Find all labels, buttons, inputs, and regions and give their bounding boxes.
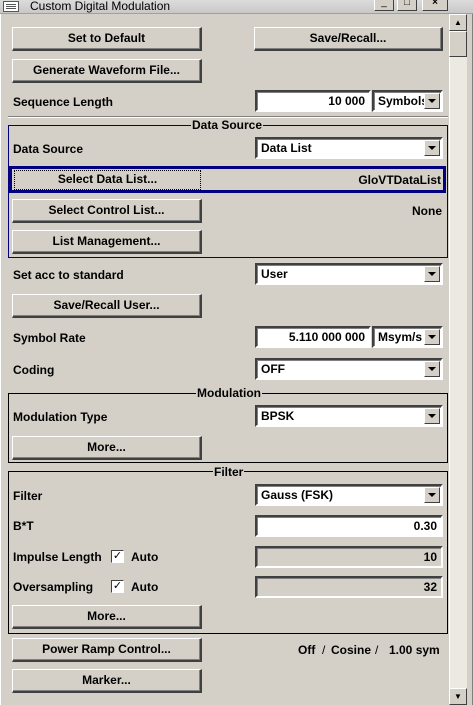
modulation-type-value: BPSK — [261, 409, 295, 423]
filter-select[interactable]: Gauss (FSK) — [255, 484, 443, 506]
window-title: Custom Digital Modulation — [30, 0, 171, 13]
chevron-down-icon[interactable] — [424, 408, 440, 424]
modulation-type-label: Modulation Type — [13, 410, 108, 424]
power-ramp-shape: Cosine — [331, 643, 372, 657]
power-ramp-separator: / — [322, 643, 326, 657]
list-management-button[interactable]: List Management... — [12, 230, 202, 254]
data-source-legend: Data Source — [191, 118, 264, 132]
data-source-label: Data Source — [13, 142, 84, 156]
symbol-rate-label: Symbol Rate — [13, 331, 86, 345]
symbol-rate-unit-select[interactable]: Msym/s — [372, 326, 443, 348]
coding-label: Coding — [13, 363, 55, 377]
modulation-more-button[interactable]: More... — [12, 436, 202, 460]
impulse-length-input[interactable]: 10 — [255, 546, 443, 568]
sequence-length-unit-select[interactable]: Symbols — [372, 90, 443, 112]
oversampling-input[interactable]: 32 — [255, 576, 443, 598]
vertical-scrollbar[interactable] — [449, 14, 467, 705]
impulse-auto-checkbox[interactable]: ✓ — [111, 550, 124, 563]
coding-select[interactable]: OFF — [255, 358, 443, 380]
oversampling-label: Oversampling — [13, 580, 94, 594]
sequence-length-input[interactable]: 10 000 — [255, 90, 371, 112]
sequence-length-label: Sequence Length — [13, 95, 114, 109]
close-button[interactable]: × — [422, 0, 448, 11]
scroll-up-icon[interactable]: ▲ — [449, 14, 467, 31]
save-recall-user-button[interactable]: Save/Recall User... — [12, 294, 202, 318]
filter-label: Filter — [13, 489, 43, 503]
impulse-auto-label: Auto — [131, 550, 159, 564]
power-ramp-control-button[interactable]: Power Ramp Control... — [12, 638, 202, 662]
symbol-rate-unit-value: Msym/s — [378, 330, 423, 344]
scroll-down-icon[interactable]: ▼ — [449, 688, 467, 705]
filter-legend: Filter — [213, 465, 245, 479]
modulation-type-select[interactable]: BPSK — [255, 405, 443, 427]
standard-value: User — [261, 267, 288, 281]
sequence-length-unit-value: Symbols — [378, 94, 429, 108]
power-ramp-state: Off — [298, 643, 316, 657]
window-menu-icon[interactable] — [3, 1, 19, 12]
select-data-list-button[interactable]: Select Data List... — [14, 170, 201, 190]
set-acc-to-standard-label: Set acc to standard — [13, 268, 124, 282]
standard-select[interactable]: User — [255, 263, 443, 285]
data-source-select[interactable]: Data List — [255, 137, 443, 159]
generate-waveform-button[interactable]: Generate Waveform File... — [12, 59, 202, 83]
set-to-default-button[interactable]: Set to Default — [12, 27, 202, 51]
symbol-rate-input[interactable]: 5.110 000 000 — [255, 326, 371, 348]
save-recall-button[interactable]: Save/Recall... — [254, 27, 443, 51]
data-source-value: Data List — [261, 141, 312, 155]
control-list-name: None — [412, 204, 442, 218]
oversampling-auto-checkbox[interactable]: ✓ — [111, 580, 124, 593]
coding-value: OFF — [261, 362, 285, 376]
filter-more-button[interactable]: More... — [12, 605, 202, 629]
modulation-legend: Modulation — [196, 386, 262, 400]
impulse-length-label: Impulse Length — [13, 550, 102, 564]
chevron-down-icon[interactable] — [424, 329, 440, 345]
bt-label: B*T — [13, 519, 34, 533]
select-control-list-button[interactable]: Select Control List... — [12, 199, 202, 223]
oversampling-auto-label: Auto — [131, 580, 159, 594]
chevron-down-icon[interactable] — [424, 140, 440, 156]
minimize-button[interactable]: _ — [374, 0, 394, 11]
chevron-down-icon[interactable] — [424, 361, 440, 377]
power-ramp-time: 1.00 sym — [389, 643, 440, 657]
chevron-down-icon[interactable] — [424, 487, 440, 503]
chevron-down-icon[interactable] — [424, 266, 440, 282]
power-ramp-separator: / — [375, 643, 379, 657]
maximize-button[interactable]: □ — [397, 0, 417, 11]
data-list-name: GloVTDataList — [358, 173, 441, 187]
chevron-down-icon[interactable] — [424, 93, 440, 109]
marker-button[interactable]: Marker... — [12, 669, 202, 693]
filter-value: Gauss (FSK) — [261, 488, 334, 502]
bt-input[interactable]: 0.30 — [255, 515, 443, 537]
scroll-thumb[interactable] — [449, 31, 467, 57]
